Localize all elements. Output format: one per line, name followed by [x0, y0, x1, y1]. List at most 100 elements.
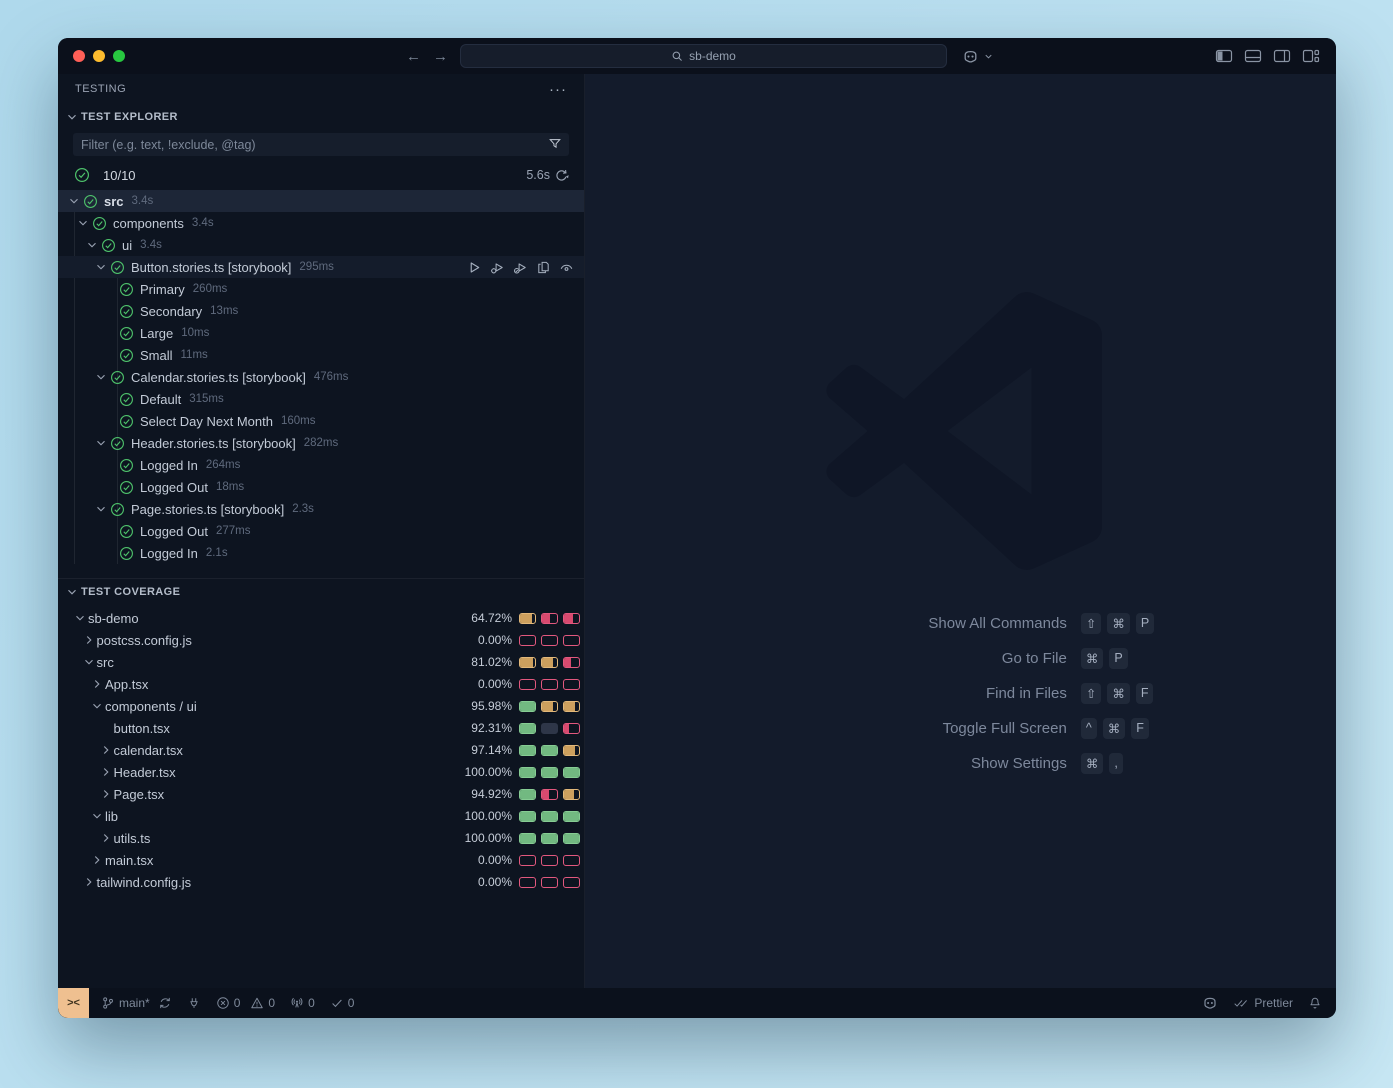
branch-status[interactable]: main*: [101, 996, 172, 1010]
toggle-primary-sidebar-icon[interactable]: [1215, 48, 1233, 64]
test-tree-item[interactable]: Calendar.stories.ts [storybook]476ms: [58, 366, 584, 388]
coverage-tree-item[interactable]: postcss.config.js0.00%: [58, 629, 584, 651]
test-item-actions: [467, 256, 574, 278]
coverage-percent: 94.92%: [471, 787, 512, 801]
coverage-tree-item[interactable]: utils.ts100.00%: [58, 827, 584, 849]
formatter-status[interactable]: Prettier: [1233, 996, 1293, 1010]
test-tree-item[interactable]: Button.stories.ts [storybook]295ms: [58, 256, 584, 278]
test-tree-item[interactable]: Large10ms: [58, 322, 584, 344]
run-test-icon[interactable]: [467, 260, 482, 275]
test-tree-item[interactable]: Logged Out277ms: [58, 520, 584, 542]
coverage-tree-item[interactable]: tailwind.config.js0.00%: [58, 871, 584, 893]
coverage-tree-item[interactable]: components / ui95.98%: [58, 695, 584, 717]
chevron-down-icon: [983, 51, 994, 62]
coverage-percent: 0.00%: [478, 875, 512, 889]
test-pass-icon: [119, 480, 134, 495]
coverage-tree-item[interactable]: src81.02%: [58, 651, 584, 673]
status-bar: >< main* 0: [58, 988, 1336, 1018]
test-filter-input[interactable]: [73, 133, 569, 156]
notifications-bell-icon[interactable]: [1308, 996, 1322, 1010]
watch-test-icon[interactable]: [559, 260, 574, 275]
coverage-percent: 95.98%: [471, 699, 512, 713]
coverage-percent: 100.00%: [465, 809, 512, 823]
command-center-search[interactable]: sb-demo: [460, 44, 947, 68]
coverage-percent: 92.31%: [471, 721, 512, 735]
test-tree-item[interactable]: src3.4s: [58, 190, 584, 212]
coverage-tree-item[interactable]: main.tsx0.00%: [58, 849, 584, 871]
close-window-button[interactable]: [73, 50, 85, 62]
chevron-down-icon: [64, 110, 80, 124]
port-forward-status[interactable]: 0: [290, 996, 315, 1010]
test-tree-item[interactable]: ui3.4s: [58, 234, 584, 256]
ports-icon: [187, 996, 201, 1010]
test-explorer-tree: src3.4scomponents3.4sui3.4sButton.storie…: [58, 190, 584, 564]
error-icon: [216, 996, 230, 1010]
debug-test-icon[interactable]: [490, 260, 505, 275]
zoom-window-button[interactable]: [113, 50, 125, 62]
filter-icon[interactable]: [548, 137, 562, 151]
coverage-tree-item[interactable]: sb-demo64.72%: [58, 607, 584, 629]
test-pass-icon: [119, 348, 134, 363]
customize-layout-icon[interactable]: [1302, 48, 1320, 64]
problems-status[interactable]: 0 0: [216, 996, 275, 1010]
coverage-tree-item[interactable]: Header.tsx100.00%: [58, 761, 584, 783]
coverage-tree-item[interactable]: lib100.00%: [58, 805, 584, 827]
back-icon[interactable]: ←: [406, 48, 421, 65]
toggle-secondary-sidebar-icon[interactable]: [1273, 48, 1291, 64]
run-with-coverage-icon[interactable]: [513, 260, 528, 275]
coverage-tree-item[interactable]: App.tsx0.00%: [58, 673, 584, 695]
toggle-panel-icon[interactable]: [1244, 48, 1262, 64]
shortcut-hint-row: Show Settings⌘,: [767, 752, 1154, 774]
remote-indicator[interactable]: ><: [58, 988, 89, 1018]
test-tree-item[interactable]: Logged In264ms: [58, 454, 584, 476]
coverage-percent: 100.00%: [465, 831, 512, 845]
keycap: ⇧: [1081, 613, 1101, 634]
coverage-percent: 64.72%: [471, 611, 512, 625]
test-pass-icon: [110, 436, 125, 451]
test-pass-icon: [110, 502, 125, 517]
chevron-right-icon: [89, 677, 105, 691]
coverage-bars: [519, 789, 580, 800]
keycap: ⌘: [1081, 753, 1104, 774]
coverage-percent: 0.00%: [478, 677, 512, 691]
minimize-window-button[interactable]: [93, 50, 105, 62]
copilot-icon: [962, 48, 979, 65]
test-pass-icon: [110, 260, 125, 275]
chevron-right-icon: [98, 787, 114, 801]
test-tree-item[interactable]: Small11ms: [58, 344, 584, 366]
copilot-status-icon[interactable]: [1202, 995, 1218, 1011]
test-tree-item[interactable]: Logged Out18ms: [58, 476, 584, 498]
search-value: sb-demo: [689, 49, 736, 63]
go-to-test-icon[interactable]: [536, 260, 551, 275]
test-explorer-header[interactable]: TEST EXPLORER: [58, 104, 584, 130]
ports-status[interactable]: [187, 996, 201, 1010]
test-tree-item[interactable]: Page.stories.ts [storybook]2.3s: [58, 498, 584, 520]
coverage-bars: [519, 767, 580, 778]
test-tree-item[interactable]: Default315ms: [58, 388, 584, 410]
coverage-tree-item[interactable]: Page.tsx94.92%: [58, 783, 584, 805]
chevron-down-icon: [84, 238, 100, 252]
test-tree-item[interactable]: Select Day Next Month160ms: [58, 410, 584, 432]
coverage-tree-item[interactable]: button.tsx92.31%: [58, 717, 584, 739]
rerun-icon[interactable]: [554, 168, 569, 183]
test-tree-item[interactable]: Primary260ms: [58, 278, 584, 300]
keycap: ⌘: [1103, 718, 1126, 739]
test-pass-icon: [119, 304, 134, 319]
checks-status[interactable]: 0: [330, 996, 355, 1010]
test-tree-item[interactable]: components3.4s: [58, 212, 584, 234]
keycap: P: [1109, 648, 1127, 669]
test-coverage-header[interactable]: TEST COVERAGE: [58, 579, 584, 605]
test-pass-icon: [92, 216, 107, 231]
copilot-menu[interactable]: [962, 48, 994, 65]
coverage-bars: [519, 877, 580, 888]
test-tree-item[interactable]: Header.stories.ts [storybook]282ms: [58, 432, 584, 454]
more-actions-icon[interactable]: ···: [549, 81, 567, 98]
coverage-bars: [519, 811, 580, 822]
coverage-tree-item[interactable]: calendar.tsx97.14%: [58, 739, 584, 761]
forward-icon[interactable]: →: [433, 48, 448, 65]
shortcut-hint-row: Find in Files⇧⌘F: [767, 682, 1154, 704]
coverage-percent: 0.00%: [478, 633, 512, 647]
test-tree-item[interactable]: Secondary13ms: [58, 300, 584, 322]
test-tree-item[interactable]: Logged In2.1s: [58, 542, 584, 564]
coverage-percent: 81.02%: [471, 655, 512, 669]
